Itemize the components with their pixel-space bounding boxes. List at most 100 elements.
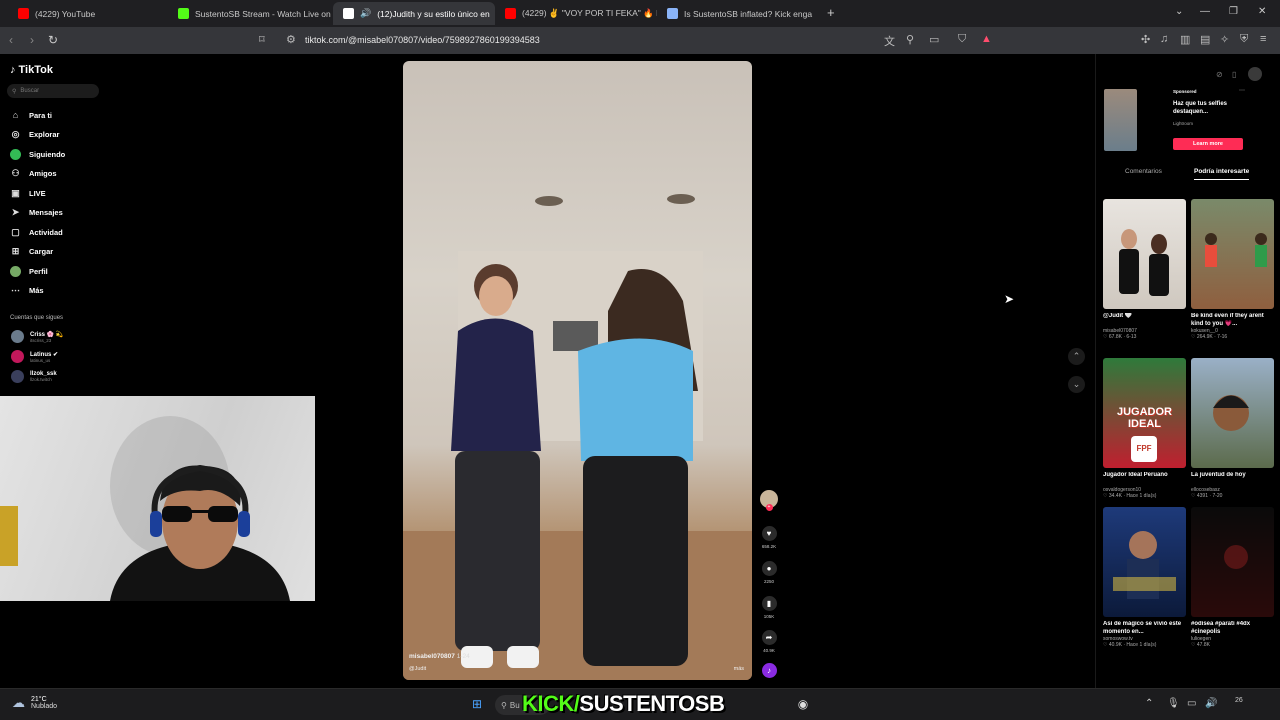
search-input[interactable]: ⚲ Buscar: [7, 84, 99, 98]
tab-list-icon[interactable]: ⌄: [1175, 6, 1183, 17]
sponsored-label: Sponsored: [1173, 89, 1197, 94]
next-video-button[interactable]: ⌄: [1068, 376, 1085, 393]
following-account[interactable]: Criss 🌸 💫 itscriss_23: [11, 330, 63, 343]
taskbar-clock[interactable]: 26: [1235, 697, 1243, 704]
brave-rewards-icon[interactable]: ▲: [981, 33, 992, 45]
video-thumbnail: [1103, 507, 1186, 617]
tab-youtube-2[interactable]: (4229) ✌ "VOY POR TI FEKA" 🔥 La: [495, 2, 657, 25]
nav-perfil[interactable]: Perfil: [10, 266, 48, 277]
minimize-button[interactable]: —: [1200, 6, 1210, 17]
ad-thumbnail[interactable]: [1104, 89, 1137, 151]
menu-icon[interactable]: ≡: [1260, 33, 1266, 45]
nav-amigos[interactable]: ⚇ Amigos: [10, 168, 56, 179]
recommended-video[interactable]: JUGADOR IDEAL FPF Jugador Ideal Peruano …: [1103, 358, 1186, 499]
windows-start-icon[interactable]: ⊞: [469, 696, 485, 712]
media-icon[interactable]: ♫: [1160, 33, 1168, 45]
zoom-icon[interactable]: ⚲: [906, 33, 914, 46]
author-avatar[interactable]: +: [759, 490, 779, 511]
following-title: Cuentas que sigues: [10, 315, 64, 321]
forward-icon[interactable]: ›: [30, 33, 34, 47]
fpf-badge: FPF: [1131, 436, 1157, 462]
tray-chevron-icon[interactable]: ⌃: [1145, 698, 1153, 709]
search-icon: ⚲: [501, 700, 507, 710]
taskbar-app-icon[interactable]: ◉: [795, 696, 811, 712]
nav-live[interactable]: ▣ LIVE: [10, 188, 45, 199]
wallet-icon[interactable]: ▤: [1200, 33, 1210, 46]
nav-para-ti[interactable]: ⌂ Para ti: [10, 110, 52, 121]
nav-mas[interactable]: ⋯ Más: [10, 285, 44, 296]
translate-icon[interactable]: 文: [884, 33, 895, 49]
youtube-icon: [18, 8, 29, 19]
recommendations-panel: ⊘ ▯ ⋯ Sponsored Haz que tus selfies dest…: [1095, 54, 1280, 694]
more-link[interactable]: más: [734, 666, 744, 672]
nav-explorar[interactable]: ◎ Explorar: [10, 129, 60, 140]
volume-icon[interactable]: 🔊: [1205, 698, 1217, 709]
video-author[interactable]: misabel070807 1-24: [409, 653, 470, 660]
tab-youtube[interactable]: (4229) YouTube: [8, 2, 168, 25]
tab-title: (12)Judith y su estilo único en: [377, 8, 490, 19]
ad-options-icon[interactable]: ⋯: [1239, 87, 1245, 94]
share-button[interactable]: ➦ 40.9K: [759, 630, 779, 653]
back-icon[interactable]: ‹: [9, 33, 13, 47]
tab-podria-interesarte[interactable]: Podría interesarte: [1194, 168, 1250, 180]
extensions-icon[interactable]: ✣: [1141, 33, 1150, 46]
messages-icon: ➤: [11, 207, 20, 217]
recommended-video[interactable]: Así de mágico se vivió este momento en..…: [1103, 507, 1186, 648]
nav-siguiendo[interactable]: Siguiendo: [10, 149, 65, 160]
tiktok-icon: [343, 8, 354, 19]
nav-mensajes[interactable]: ➤ Mensajes: [10, 207, 63, 218]
activity-icon: ▢: [11, 227, 20, 237]
nav-cargar[interactable]: ⊞ Cargar: [10, 246, 53, 257]
brave-shield-icon[interactable]: ⛉: [958, 33, 966, 46]
new-tab-button[interactable]: +: [827, 5, 835, 20]
network-icon[interactable]: ▭: [1187, 698, 1196, 709]
following-account[interactable]: Latinus ✔ latinus_us: [11, 350, 58, 363]
tiktok-logo[interactable]: ♪ TikTok: [10, 64, 53, 76]
avatar: [11, 330, 24, 343]
webcam-overlay: [0, 396, 315, 601]
tab-comentarios[interactable]: Comentarios: [1125, 168, 1162, 175]
microphone-icon[interactable]: 🎙: [1167, 698, 1180, 709]
following-account[interactable]: llzok_ssk llzok.twitch: [11, 370, 57, 383]
bookmark-page-icon[interactable]: ⌑: [259, 33, 265, 46]
tab-kick-stream[interactable]: SustentoSB Stream - Watch Live on K: [168, 2, 333, 25]
avatar: [11, 350, 24, 363]
tab-title: (4229) ✌ "VOY POR TI FEKA" 🔥 La: [522, 8, 657, 18]
sidebar-icon[interactable]: ▥: [1180, 33, 1190, 46]
follow-plus-icon[interactable]: +: [765, 504, 773, 511]
recommended-video[interactable]: La juventud de hoy ellocosebasz ♡ 4391 ·…: [1191, 358, 1274, 499]
vpn-icon[interactable]: ⛨: [1240, 33, 1248, 46]
bookmark-button[interactable]: ▮ 105K: [759, 596, 779, 619]
user-avatar[interactable]: [1248, 67, 1262, 81]
recommended-video[interactable]: #odisea #parati #4dx #cinepolis lulioege…: [1191, 507, 1274, 648]
learn-more-button[interactable]: Learn more: [1173, 138, 1243, 150]
nav-actividad[interactable]: ▢ Actividad: [10, 227, 63, 238]
music-disc[interactable]: ♪: [759, 663, 779, 678]
previous-video-button[interactable]: ⌃: [1068, 348, 1085, 365]
weather-widget[interactable]: ☁ 21°C Nublado: [12, 695, 57, 711]
recommended-video[interactable]: Be kind even if they arent kind to you 💗…: [1191, 199, 1274, 340]
address-bar[interactable]: tiktok.com/@misabel070807/video/75989278…: [305, 35, 540, 45]
close-window-button[interactable]: ✕: [1258, 6, 1266, 17]
tiktok-note-icon: ♪: [10, 64, 16, 76]
tab-kick-article[interactable]: Is SustentoSB inflated? Kick enga: [657, 2, 822, 25]
more-icon: ⋯: [11, 285, 20, 295]
autoscroll-icon[interactable]: ⊘: [1216, 70, 1223, 79]
comment-button[interactable]: ● 2250: [759, 561, 779, 584]
recommended-video[interactable]: @Judit 🤍 misabel070807 ♡ 67.8K · 6-13: [1103, 199, 1186, 340]
cast-icon[interactable]: ▭: [929, 33, 939, 46]
site-info-icon[interactable]: ⚙: [286, 33, 296, 46]
screen: (4229) YouTube SustentoSB Stream - Watch…: [0, 0, 1280, 720]
leo-icon[interactable]: ✧: [1220, 33, 1229, 46]
jugador-overlay-text: JUGADOR IDEAL: [1116, 406, 1172, 430]
reload-icon[interactable]: ↻: [48, 33, 58, 47]
compass-icon: ◎: [11, 129, 20, 139]
maximize-button[interactable]: ❐: [1229, 6, 1238, 17]
tab-title: SustentoSB Stream - Watch Live on K: [195, 8, 333, 19]
pip-icon[interactable]: ▯: [1232, 70, 1236, 79]
video-caption: @Judit: [409, 666, 427, 672]
like-button[interactable]: ♥ 658.2K: [759, 526, 779, 549]
tab-tiktok-video[interactable]: 🔊 (12)Judith y su estilo único en ✕: [333, 2, 495, 25]
video-thumbnail: [1103, 199, 1186, 309]
video-player[interactable]: misabel070807 1-24 @Judit más: [403, 61, 752, 680]
